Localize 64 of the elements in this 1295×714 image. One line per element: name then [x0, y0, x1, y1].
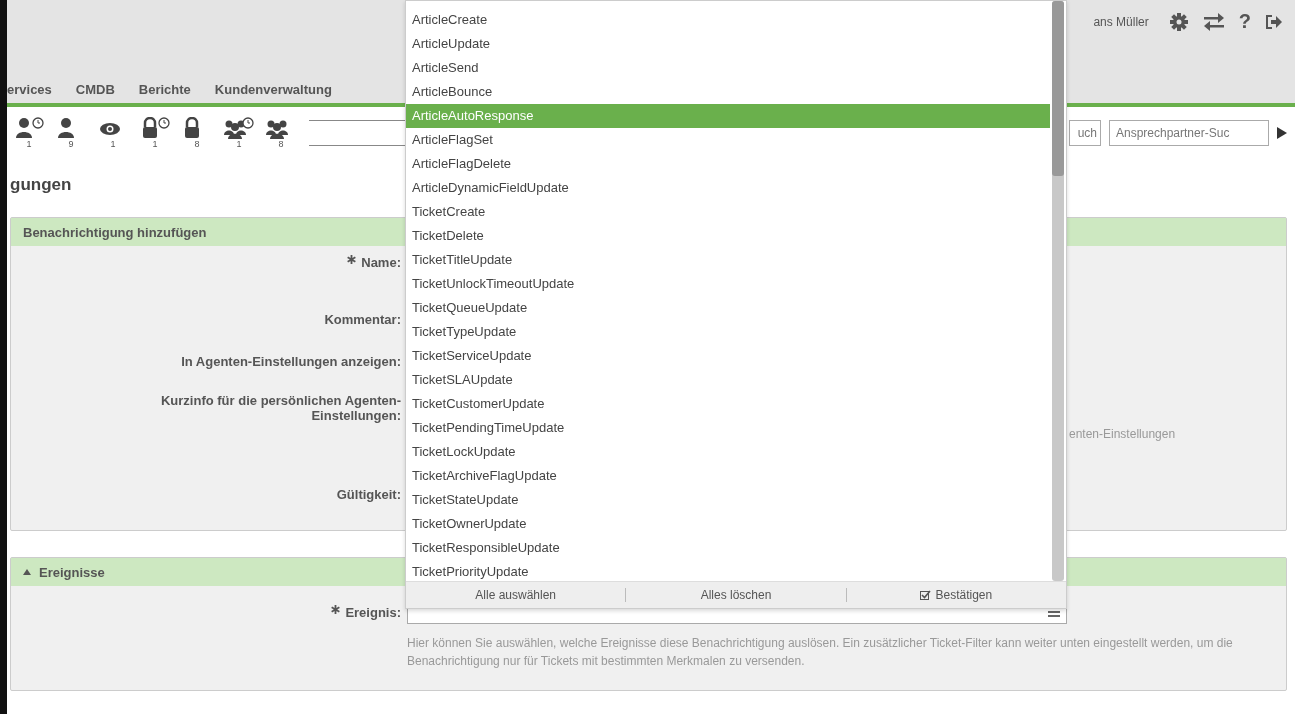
required-icon	[347, 254, 357, 264]
dropdown-option[interactable]: TicketCreate	[406, 200, 1050, 224]
field-label: Kommentar:	[324, 312, 401, 327]
action-button[interactable]: Alles löschen	[626, 582, 846, 608]
ticket-count: 1	[236, 139, 242, 149]
nav-item[interactable]: ervices	[7, 80, 52, 99]
user-name: ans Müller	[1093, 14, 1149, 29]
dropdown-option[interactable]: TicketPriorityUpdate	[406, 560, 1050, 581]
dropdown-option[interactable]: TicketDelete	[406, 224, 1050, 248]
field-label: Kurzinfo für die persönlichen Agenten-Einstellungen:	[159, 393, 401, 423]
help-link[interactable]: ?	[1238, 10, 1251, 33]
dropdown-option[interactable]: TicketArchiveFlagUpdate	[406, 464, 1050, 488]
ticket-count: 9	[68, 139, 74, 149]
dropdown-option[interactable]: TicketResponsibleUpdate	[406, 536, 1050, 560]
checkbox-icon	[920, 589, 932, 601]
person-icon[interactable]	[14, 117, 44, 139]
dropdown-option[interactable]: TicketServiceUpdate	[406, 344, 1050, 368]
dropdown-option[interactable]: TicketLockUpdate	[406, 440, 1050, 464]
lock-icon[interactable]	[140, 117, 170, 139]
dropdown-option[interactable]: TicketCustomerUpdate	[406, 392, 1050, 416]
field-label: Ereignis:	[345, 604, 401, 620]
dropdown-option[interactable]: TicketOwnerUpdate	[406, 512, 1050, 536]
panel-title[interactable]: Ereignisse	[39, 564, 105, 580]
dropdown-option[interactable]: TicketQueueUpdate	[406, 296, 1050, 320]
confirm-button[interactable]: Bestätigen	[846, 582, 1066, 608]
collapse-triangle-icon[interactable]	[23, 569, 31, 575]
nav-item[interactable]: CMDB	[75, 80, 115, 99]
dropdown-option[interactable]: TicketUnlockTimeoutUpdate	[406, 272, 1050, 296]
ticket-count: 8	[278, 139, 284, 149]
play-arrow-icon[interactable]	[1277, 127, 1287, 139]
ticket-count: 1	[26, 139, 32, 149]
settings-icon[interactable]	[1168, 11, 1189, 32]
field-value: enten-Einstellungen	[1069, 427, 1176, 441]
scrollbar[interactable]	[1052, 1, 1064, 581]
swap-arrows-icon[interactable]	[1202, 12, 1225, 31]
people-icon[interactable]	[224, 117, 254, 139]
dropdown-option[interactable]: ArticleFlagDelete	[406, 152, 1050, 176]
field-label: Name:	[361, 254, 401, 270]
action-button[interactable]: Alle auswählen	[406, 582, 626, 608]
dropdown-option[interactable]: TicketPendingTimeUpdate	[406, 416, 1050, 440]
page-title: gungen	[10, 175, 72, 195]
dropdown-option[interactable]: ArticleFlagSet	[406, 128, 1050, 152]
dropdown-option[interactable]: TicketTitleUpdate	[406, 248, 1050, 272]
dropdown-option[interactable]: ArticleSend	[406, 56, 1050, 80]
field-label: In Agenten-Einstellungen anzeigen:	[181, 354, 401, 369]
logout-icon[interactable]	[1265, 13, 1283, 30]
field-label: Gültigkeit:	[336, 487, 401, 502]
dropdown-option[interactable]: TicketTypeUpdate	[406, 320, 1050, 344]
ticket-count: 1	[110, 139, 116, 149]
panel-title: Benachrichtigung hinzufügen	[23, 224, 207, 240]
dropdown-option[interactable]: ArticleUpdate	[406, 32, 1050, 56]
nav-item[interactable]: Kundenverwaltung	[214, 80, 332, 99]
search-field[interactable]: uch	[1069, 120, 1101, 146]
dropdown-option[interactable]: ArticleDynamicFieldUpdate	[406, 176, 1050, 200]
help-text: Hier können Sie auswählen, welche Ereignisse diese Benachrichtigung auslösen. Ein zusätzlicher Ticket-Filter kann weiter unten eingestellt werden, um die Benachrichtigung nur für Tickets mit bestimmten Merkmalen zu versenden.	[407, 635, 1234, 670]
required-icon	[331, 604, 341, 614]
dropdown-option[interactable]: TicketStateUpdate	[406, 488, 1050, 512]
dropdown-option[interactable]: ArticleCreate	[406, 8, 1050, 32]
dropdown-option[interactable]: TicketSLAUpdate	[406, 368, 1050, 392]
ticket-count: 8	[194, 139, 200, 149]
ticket-count: 1	[152, 139, 158, 149]
dropdown-option[interactable]: ArticleBounce	[406, 80, 1050, 104]
search-field[interactable]: Ansprechpartner-Suc	[1109, 120, 1269, 146]
nav-item[interactable]: Berichte	[138, 80, 191, 99]
